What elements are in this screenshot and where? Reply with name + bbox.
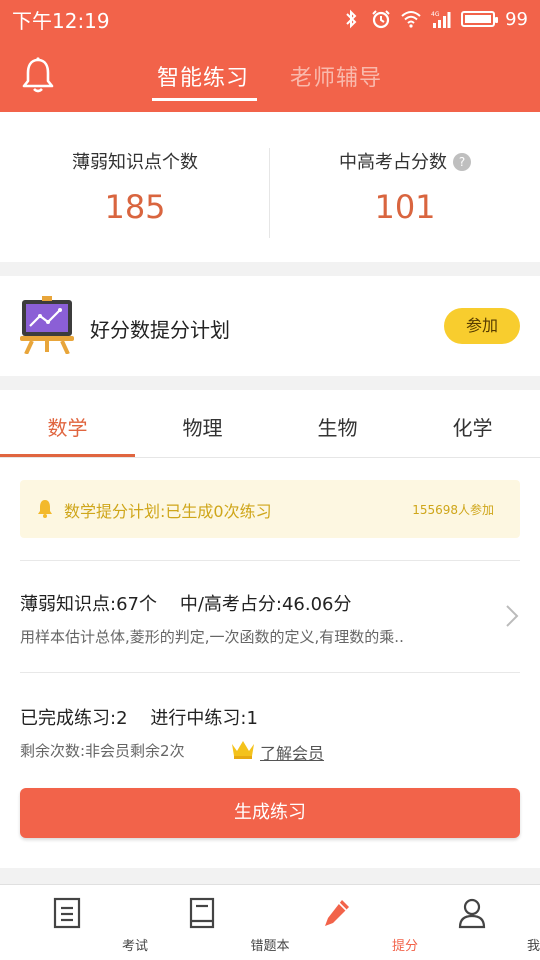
plan-notice: 数学提分计划:已生成0次练习 155698人参加 [20, 480, 520, 538]
tab-biology[interactable]: 生物 [270, 412, 405, 441]
signal-4g-icon: 4G [431, 11, 451, 28]
person-icon [458, 898, 486, 929]
learn-membership-link[interactable]: 了解会员 [260, 740, 324, 764]
remaining-count: 剩余次数:非会员剩余2次 [20, 742, 185, 760]
status-icons: 4G 99 [341, 9, 528, 30]
nav-item-me[interactable]: 我的 [405, 885, 540, 960]
tab-smart-practice[interactable]: 智能练习 [157, 60, 249, 92]
plan-title: 好分数提分计划 [90, 318, 230, 342]
tab-physics[interactable]: 物理 [135, 412, 270, 441]
status-time: 下午12:19 [12, 8, 110, 33]
bell-icon[interactable] [20, 56, 56, 94]
battery-percent: 99 [505, 8, 528, 30]
divider [20, 560, 520, 561]
active-tab-indicator [152, 98, 257, 101]
stats-card: 薄弱知识点个数 185 中高考占分数? 101 [0, 112, 540, 262]
bluetooth-icon [346, 9, 357, 29]
bell-icon [38, 500, 52, 518]
wifi-icon [401, 11, 421, 28]
notebook-icon [189, 897, 215, 929]
notice-text: 数学提分计划:已生成0次练习 [64, 502, 272, 521]
subject-tabs: 数学 物理 生物 化学 [0, 390, 540, 458]
status-bar: 下午12:19 4G 99 [0, 0, 540, 38]
nav-item-exam[interactable]: 考试 [0, 885, 148, 960]
app-header: 智能练习 老师辅导 [0, 38, 540, 112]
help-icon[interactable]: ? [453, 153, 471, 171]
weak-points-value: 185 [104, 188, 166, 226]
battery-icon [461, 11, 499, 27]
exam-score-value: 101 [374, 188, 436, 226]
nav-label-me: 我的 [526, 939, 540, 954]
join-button[interactable]: 参加 [444, 308, 520, 344]
weak-points-stat[interactable]: 薄弱知识点个数 185 [0, 112, 270, 262]
exam-icon [53, 897, 81, 929]
chevron-right-icon [506, 605, 519, 627]
weak-points-label: 薄弱知识点个数 [72, 152, 198, 173]
tab-chemistry[interactable]: 化学 [405, 412, 540, 441]
divider [20, 672, 520, 673]
pencil-icon [325, 900, 349, 926]
tab-teacher-tutoring[interactable]: 老师辅导 [290, 60, 382, 92]
exam-score-label-row: 中高考占分数? [270, 148, 540, 174]
practice-content: 数学 物理 生物 化学 数学提分计划:已生成0次练习 155698人参加 薄弱知… [0, 390, 540, 868]
exam-score-stat[interactable]: 中高考占分数? 101 [270, 112, 540, 262]
svg-text:4G: 4G [431, 11, 440, 18]
weak-points-summary: 薄弱知识点:67个 中/高考占分:46.06分 [20, 594, 352, 615]
bottom-nav: 考试 错题本 提分 我的 [0, 884, 540, 960]
exam-score-label: 中高考占分数 [339, 152, 447, 173]
generate-practice-button[interactable]: 生成练习 [20, 788, 520, 838]
score-plan-row[interactable]: 好分数提分计划 参加 [0, 276, 540, 376]
alarm-icon [372, 10, 390, 29]
tab-math[interactable]: 数学 [0, 412, 135, 441]
weak-points-description: 用样本估计总体,菱形的判定,一次函数的定义,有理数的乘.. [20, 628, 404, 646]
practice-progress: 已完成练习:2 进行中练习:1 [20, 708, 258, 729]
crown-icon [232, 741, 254, 759]
easel-chart-icon [20, 296, 74, 354]
subject-tab-indicator [0, 454, 135, 457]
nav-item-score[interactable]: 提分 [270, 885, 418, 960]
nav-item-mistakes[interactable]: 错题本 [135, 885, 290, 960]
participant-count: 155698人参加 [412, 503, 494, 517]
